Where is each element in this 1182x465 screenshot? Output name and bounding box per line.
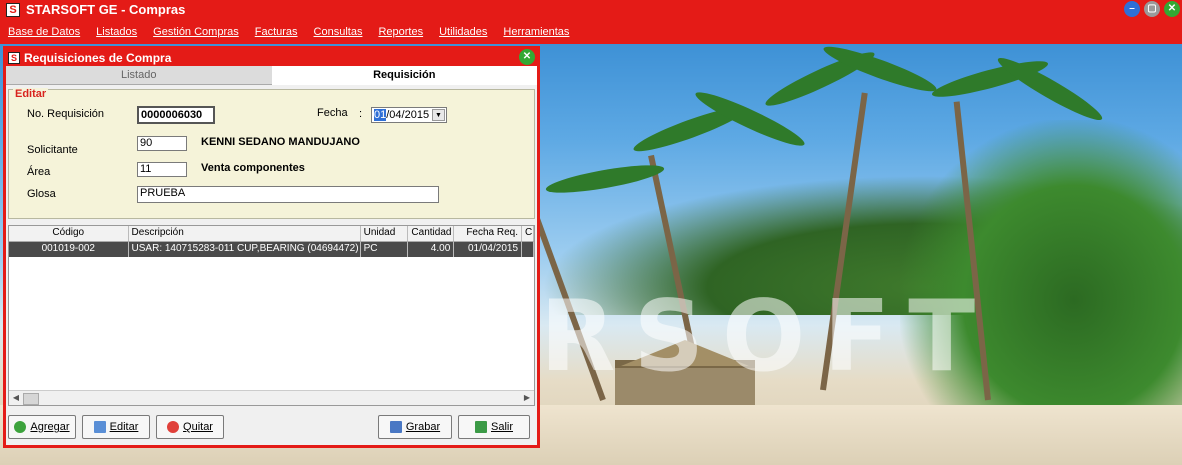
no-requisicion-label: No. Requisición [27, 108, 105, 120]
window-close-icon[interactable]: ✕ [519, 49, 535, 65]
fecha-day: 01 [374, 109, 387, 121]
scroll-thumb[interactable] [23, 393, 39, 405]
menu-bar: Base de Datos Listados Gestión Compras F… [0, 19, 1182, 44]
menu-utilidades[interactable]: Utilidades [439, 26, 487, 38]
grabar-label: Grabar [405, 421, 441, 433]
scroll-left-icon[interactable]: ◀ [10, 392, 22, 404]
window-title: Requisiciones de Compra [24, 50, 172, 65]
palm-frond [993, 51, 1107, 127]
horizontal-scrollbar[interactable]: ◀ ▶ [9, 390, 534, 405]
minimize-icon[interactable]: – [1124, 1, 1140, 17]
app-title: STARSOFT GE - Compras [26, 2, 186, 17]
no-requisicion-field[interactable]: 0000006030 [137, 106, 215, 124]
edit-group-legend: Editar [13, 88, 49, 100]
exit-icon [474, 421, 487, 433]
fecha-separator: : [359, 108, 363, 120]
items-grid: Código Descripción Unidad Cantidad Fecha… [8, 225, 535, 406]
tab-bar: Listado Requisición [6, 66, 537, 85]
requisiciones-window: S Requisiciones de Compra ✕ Listado Requ… [3, 46, 540, 448]
table-row[interactable]: 001019-002 USAR: 140715283-011 CUP,BEARI… [9, 242, 534, 257]
cell-cantidad: 4.00 [408, 242, 455, 257]
app-title-bar: S STARSOFT GE - Compras – ▢ ✕ [0, 0, 1182, 19]
col-unidad[interactable]: Unidad [361, 226, 409, 241]
solicitante-label: Solicitante [27, 144, 78, 156]
col-descripcion[interactable]: Descripción [129, 226, 361, 241]
menu-base-de-datos[interactable]: Base de Datos [8, 26, 80, 38]
fecha-label: Fecha [317, 107, 348, 119]
menu-listados[interactable]: Listados [96, 26, 137, 38]
cell-unidad: PC [361, 242, 409, 257]
cell-fecha-req: 01/04/2015 [454, 242, 523, 257]
grabar-button[interactable]: Grabar [378, 415, 452, 439]
tab-requisicion[interactable]: Requisición [271, 66, 537, 85]
editar-label: Editar [109, 421, 139, 433]
tab-listado[interactable]: Listado [6, 66, 272, 85]
agregar-button[interactable]: Agregar [8, 415, 76, 439]
add-icon [14, 421, 27, 433]
window-title-bar: S Requisiciones de Compra ✕ [6, 49, 537, 66]
editar-button[interactable]: Editar [82, 415, 150, 439]
fecha-date-picker[interactable]: 01/04/2015 ▼ [371, 107, 447, 123]
close-icon[interactable]: ✕ [1164, 1, 1180, 17]
area-name: Venta componentes [201, 162, 305, 174]
starsoft-logo-icon: S [6, 2, 20, 17]
grid-header: Código Descripción Unidad Cantidad Fecha… [9, 226, 534, 242]
edit-icon [93, 421, 106, 433]
restore-icon[interactable]: ▢ [1144, 1, 1160, 17]
starsoft-logo-icon: S [8, 51, 20, 64]
glosa-label: Glosa [27, 188, 56, 200]
col-fecha-req[interactable]: Fecha Req. [454, 226, 523, 241]
area-label: Área [27, 166, 51, 178]
edit-group: Editar No. Requisición 0000006030 Fecha … [8, 88, 535, 219]
cell-descripcion: USAR: 140715283-011 CUP,BEARING (0469447… [129, 242, 361, 257]
fecha-month-year: /04/2015 [386, 109, 430, 121]
solicitante-name: KENNI SEDANO MANDUJANO [201, 136, 360, 148]
agregar-label: Agregar [30, 421, 70, 433]
quitar-label: Quitar [183, 421, 213, 433]
window-controls: – ▢ ✕ [1124, 1, 1180, 17]
starsoft-watermark: RSOFT [540, 280, 994, 394]
col-cantidad[interactable]: Cantidad [408, 226, 455, 241]
save-icon [389, 421, 402, 433]
salir-label: Salir [490, 421, 513, 433]
col-extra[interactable]: C [522, 226, 534, 241]
glosa-field[interactable]: PRUEBA [137, 186, 439, 203]
scroll-right-icon[interactable]: ▶ [521, 392, 533, 404]
col-codigo[interactable]: Código [9, 226, 129, 241]
menu-consultas[interactable]: Consultas [314, 26, 363, 38]
menu-herramientas[interactable]: Herramientas [503, 26, 569, 38]
solicitante-code-field[interactable]: 90 [137, 136, 187, 151]
salir-button[interactable]: Salir [458, 415, 530, 439]
menu-reportes[interactable]: Reportes [378, 26, 423, 38]
remove-icon [167, 421, 180, 433]
cell-extra [522, 242, 534, 257]
area-code-field[interactable]: 11 [137, 162, 187, 177]
quitar-button[interactable]: Quitar [156, 415, 224, 439]
cell-codigo: 001019-002 [9, 242, 129, 257]
menu-facturas[interactable]: Facturas [255, 26, 298, 38]
chevron-down-icon[interactable]: ▼ [432, 109, 445, 121]
menu-gestion-compras[interactable]: Gestión Compras [153, 26, 239, 38]
